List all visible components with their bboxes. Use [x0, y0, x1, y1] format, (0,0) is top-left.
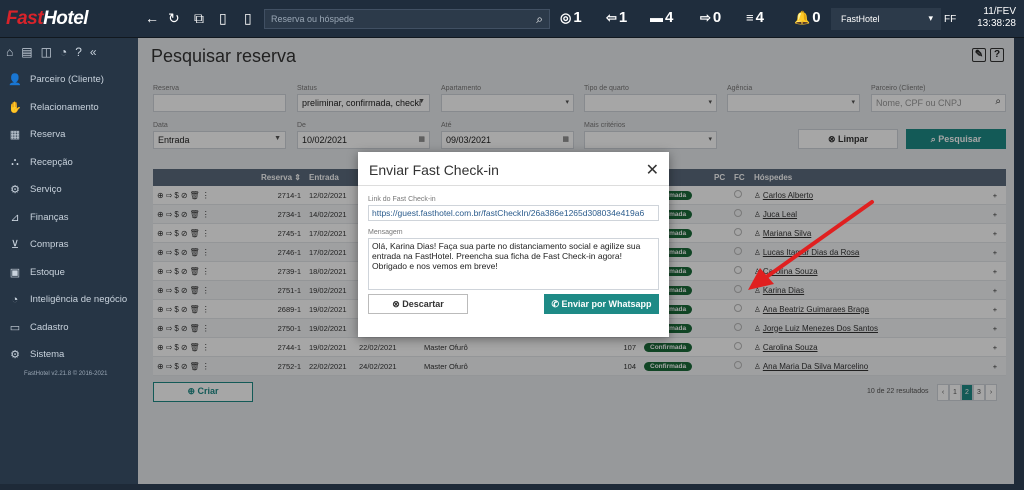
fast-checkin-modal: Enviar Fast Check-in ✕ Link do Fast Check… [358, 152, 669, 337]
sidebar-item-cadastro[interactable]: ▭ Cadastro [0, 314, 138, 342]
link-label: Link do Fast Check-in [368, 196, 436, 203]
sidebar: ⌂ ▤ ◫ ◔ ? « 👤 Parceiro (Cliente) ✋ Relacio… [0, 38, 138, 490]
sidebar-item-parceiro[interactable]: 👤 Parceiro (Cliente) [0, 66, 138, 94]
stat-list[interactable]: ≡ 4 [746, 10, 764, 26]
logo-text-fast: Fast [6, 8, 44, 29]
bottom-bar [0, 484, 1024, 490]
stat-value: 1 [573, 9, 582, 26]
logo-text-hotel: Hotel [43, 8, 89, 29]
sidebar-item-label: Estoque [30, 266, 65, 278]
home-icon[interactable]: ⌂ [6, 45, 13, 59]
logo[interactable]: FastHotel [6, 8, 89, 30]
sidebar-item-relacionamento[interactable]: ✋ Relacionamento [0, 94, 138, 122]
box-icon: ▣ [9, 266, 21, 279]
sidebar-item-label: Cadastro [30, 321, 69, 333]
sidebar-item-label: Inteligência de negócio [30, 294, 128, 306]
sidebar-item-label: Sistema [30, 349, 65, 361]
search-placeholder: Reserva ou hóspede [271, 14, 355, 24]
stat-bed[interactable]: ▬ 4 [650, 10, 673, 26]
user-initials[interactable]: FF [944, 14, 956, 25]
clock-time: 13:38:28 [977, 18, 1016, 29]
pdf-icon[interactable]: ▯ [219, 10, 227, 26]
refresh-icon[interactable]: ↻ [168, 10, 180, 26]
sidebar-toolbar: ⌂ ▤ ◫ ◔ ? « [0, 38, 138, 66]
sidebar-item-reserva[interactable]: ▦ Reserva [0, 121, 138, 149]
copy-icon[interactable]: ⧉ [194, 10, 204, 26]
send-whatsapp-button[interactable]: ✆ Enviar por Whatsapp [544, 294, 659, 314]
cart-icon: ⊻ [10, 239, 20, 252]
version-text: FastHotel v2.21.8 © 2016-2021 [24, 370, 108, 377]
discard-button[interactable]: ⊗ Descartar [368, 294, 468, 314]
service-icon: ⚙ [10, 184, 20, 197]
top-bar: FastHotel ← ↻ ⧉ ▯ ▯ Reserva ou hóspede ⌕ … [0, 0, 1024, 38]
hotel-selector[interactable]: FastHotel ▾ [831, 8, 941, 30]
clock-date: 11/FEV [983, 6, 1016, 17]
sidebar-item-servico[interactable]: ⚙ Serviço [0, 176, 138, 204]
chart-icon: ⊿ [10, 211, 20, 224]
sidebar-item-label: Compras [30, 239, 69, 251]
gear-icon: ⚙ [10, 349, 20, 362]
card-icon: ▭ [9, 321, 21, 334]
search-icon[interactable]: ⌕ [536, 12, 543, 27]
layout-icon[interactable]: ▤ [21, 45, 32, 59]
close-circle-icon: ⊗ [392, 299, 403, 309]
sidebar-item-label: Recepção [30, 156, 73, 168]
bell-icon: 🔔 [794, 10, 811, 25]
gauge-icon: ◔ [11, 293, 19, 306]
sidebar-item-label: Finanças [30, 211, 69, 223]
modal-title: Enviar Fast Check-in [369, 162, 499, 178]
checkin-link-field[interactable]: https://guest.fasthotel.com.br/fastCheck… [368, 205, 659, 221]
sidebar-item-recepcao[interactable]: ⛬ Recepção [0, 149, 138, 177]
list-icon: ≡ [746, 10, 754, 25]
caret-down-icon: ▾ [928, 13, 933, 23]
hotel-name: FastHotel [841, 14, 880, 24]
handshake-icon: ✋ [8, 101, 22, 114]
stat-checkin[interactable]: ⇦ 1 [606, 10, 627, 26]
gauge-icon[interactable]: ◔ [60, 45, 67, 59]
checkin-icon: ⇦ [606, 10, 617, 25]
stat-value: 4 [755, 9, 764, 26]
message-label: Mensagem [368, 229, 403, 236]
sidebar-item-estoque[interactable]: ▣ Estoque [0, 259, 138, 287]
sidebar-item-inteligencia[interactable]: ◔ Inteligência de negócio [0, 286, 138, 314]
panel-icon[interactable]: ◫ [41, 45, 52, 59]
stat-value: 1 [618, 9, 628, 26]
excel-icon[interactable]: ▯ [244, 10, 252, 26]
clock: 11/FEV 13:38:28 [977, 6, 1016, 30]
sidebar-item-sistema[interactable]: ⚙ Sistema [0, 341, 138, 369]
send-label: Enviar por Whatsapp [561, 299, 652, 309]
reception-icon: ⛬ [11, 155, 19, 168]
bed-icon: ▬ [650, 10, 663, 25]
stat-value: 4 [665, 9, 674, 26]
modal-body: Link do Fast Check-in https://guest.fast… [358, 186, 669, 300]
stat-value: 0 [712, 9, 722, 26]
sidebar-item-label: Relacionamento [30, 101, 99, 113]
collapse-icon[interactable]: « [90, 45, 97, 59]
back-icon[interactable]: ← [145, 10, 159, 26]
target-icon: ◎ [560, 10, 572, 25]
close-icon[interactable]: ✕ [646, 160, 659, 180]
sidebar-item-label: Parceiro (Cliente) [30, 74, 104, 86]
help-icon[interactable]: ? [75, 45, 82, 59]
user-icon: 👤 [8, 74, 22, 87]
whatsapp-icon: ✆ [551, 299, 562, 309]
sidebar-item-financas[interactable]: ⊿ Finanças [0, 204, 138, 232]
stat-target[interactable]: ◎ 1 [560, 10, 582, 26]
stat-value: 0 [812, 9, 821, 26]
stat-bell[interactable]: 🔔 0 [794, 10, 821, 26]
sidebar-item-label: Serviço [30, 184, 62, 196]
calendar-icon: ▦ [9, 129, 21, 142]
modal-header: Enviar Fast Check-in ✕ [358, 152, 669, 186]
stat-checkout[interactable]: ⇨ 0 [700, 10, 721, 26]
message-textarea[interactable]: Olá, Karina Dias! Faça sua parte no dist… [368, 238, 659, 290]
checkout-icon: ⇨ [700, 10, 711, 25]
search-input[interactable]: Reserva ou hóspede ⌕ [264, 9, 550, 29]
sidebar-item-compras[interactable]: ⊻ Compras [0, 231, 138, 259]
sidebar-item-label: Reserva [30, 129, 66, 141]
discard-label: Descartar [402, 299, 444, 309]
